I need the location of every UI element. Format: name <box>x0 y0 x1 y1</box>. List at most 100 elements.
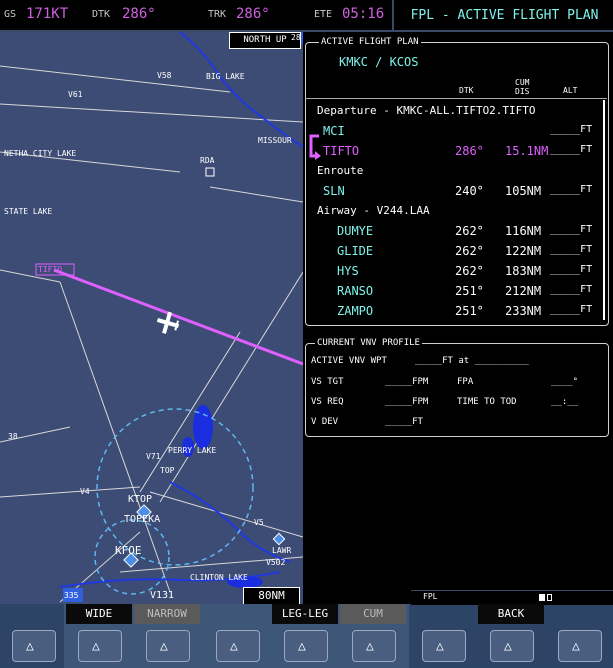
fpa-label: FPA <box>457 377 474 387</box>
flight-plan-dtk: 262° <box>455 224 484 238</box>
flight-plan-cum-dis: 15.1NM <box>505 144 549 158</box>
map-label: TOPEKA <box>124 514 161 525</box>
triangle-up-icon: △ <box>230 639 238 654</box>
flight-plan-alt[interactable]: _____FT <box>550 304 592 315</box>
flight-plan-cum-dis: 212NM <box>505 284 542 298</box>
flight-plan-cum-dis: 183NM <box>505 264 542 278</box>
triangle-up-icon: △ <box>160 639 168 654</box>
flight-plan-alt[interactable]: _____FT <box>550 264 592 275</box>
map-label: LAWR <box>272 546 292 555</box>
dis-header: DIS <box>515 87 530 96</box>
map-label: TOP <box>160 466 175 475</box>
flight-plan-alt[interactable]: _____FT <box>550 244 592 255</box>
flight-plan-cum-dis: 105NM <box>505 184 542 198</box>
softkey-label: CUM <box>340 604 406 624</box>
flight-plan-cum-dis: 116NM <box>505 224 542 238</box>
flight-plan-dtk: 262° <box>455 244 484 258</box>
softkey-button[interactable]: △ <box>216 630 260 662</box>
softkey-button[interactable]: △ <box>490 630 534 662</box>
map-label: PERRY LAKE <box>168 446 217 455</box>
softkey-button[interactable]: △ <box>146 630 190 662</box>
triangle-up-icon: △ <box>26 639 34 654</box>
map-label: 335 <box>64 591 79 600</box>
header-divider <box>305 98 607 99</box>
flight-plan-alt[interactable]: _____FT <box>550 124 592 135</box>
flight-plan-alt[interactable]: _____FT <box>550 184 592 195</box>
softkey-label: NARROW <box>134 604 200 624</box>
softkey-button[interactable]: △ <box>352 630 396 662</box>
triangle-up-icon: △ <box>436 639 444 654</box>
time-to-tod-label: TIME TO TOD <box>457 397 517 407</box>
moving-map[interactable]: NORTH UP V58 BIG LAKE V61 NETHA CITY LAK… <box>0 32 303 604</box>
flight-plan-section-header: Departure - KMKC-ALL.TIFTO2.TIFTO <box>317 104 536 117</box>
triangle-up-icon: △ <box>298 639 306 654</box>
gs-value: 171KT <box>26 6 69 22</box>
softkey-button[interactable]: △ <box>78 630 122 662</box>
dtk-header: DTK <box>459 86 474 95</box>
map-label: V58 <box>157 71 172 80</box>
triangle-up-icon: △ <box>92 639 100 654</box>
map-label: BIG LAKE <box>206 72 245 81</box>
map-label: MISSOUR <box>258 136 292 145</box>
ete-value: 05:16 <box>342 6 385 22</box>
triangle-up-icon: △ <box>504 639 512 654</box>
waypoint-tifto-label[interactable]: TIFTO <box>38 265 62 274</box>
fpa-value[interactable]: ____° <box>551 377 578 387</box>
flight-plan-box-title: ACTIVE FLIGHT PLAN <box>319 37 421 47</box>
cum-header: CUM <box>515 78 530 87</box>
flight-plan-waypoint[interactable]: SLN <box>323 184 345 198</box>
airport-kfoe-label[interactable]: KFOE <box>115 544 142 557</box>
page-indicator-icon <box>547 594 552 601</box>
scrollbar[interactable] <box>603 100 605 320</box>
flight-plan-dtk: 262° <box>455 264 484 278</box>
flight-plan-alt[interactable]: _____FT <box>550 144 592 155</box>
map-range[interactable]: 80NM <box>243 587 300 604</box>
page-title: FPL - ACTIVE FLIGHT PLAN <box>392 0 613 30</box>
softkey-label <box>0 604 66 624</box>
flight-plan-waypoint[interactable]: ZAMPO <box>337 304 373 318</box>
flight-plan-section-header: Enroute <box>317 164 364 177</box>
flight-plan-waypoint[interactable]: GLIDE <box>337 244 373 258</box>
flight-plan-waypoint[interactable]: MCI <box>323 124 345 138</box>
softkey-button[interactable]: △ <box>284 630 328 662</box>
softkey-label: BACK <box>478 604 544 624</box>
flight-plan-waypoint[interactable]: DUMYE <box>337 224 373 238</box>
softkey-label <box>204 604 270 624</box>
softkey-button[interactable]: △ <box>12 630 56 662</box>
airport-ktop-label[interactable]: KTOP <box>128 494 152 505</box>
active-vnv-label: ACTIVE VNV WPT <box>311 356 387 366</box>
softkey-button[interactable]: △ <box>422 630 466 662</box>
flight-plan-waypoint[interactable]: TIFTO <box>323 144 359 158</box>
flight-plan-route: KMKC / KCOS <box>339 55 419 69</box>
active-vnv-value[interactable]: _____FT at __________ <box>415 356 529 366</box>
vs-tgt-label: VS TGT <box>311 377 344 387</box>
triangle-up-icon: △ <box>572 639 580 654</box>
map-label: STATE LAKE <box>4 207 53 216</box>
vs-tgt-value[interactable]: _____FPM <box>385 377 428 387</box>
status-bar: GS 171KT DTK 286° TRK 286° ETE 05:16 FPL… <box>0 0 613 32</box>
softkey-button[interactable]: △ <box>558 630 602 662</box>
softkey-label <box>546 604 612 624</box>
dtk-value: 286° <box>122 6 156 22</box>
flight-plan-panel: ACTIVE FLIGHT PLAN KMKC / KCOS DTK CUM D… <box>305 36 609 437</box>
flight-plan-section-header: Airway - V244.LAA <box>317 204 430 217</box>
flight-plan-waypoint[interactable]: HYS <box>337 264 359 278</box>
vnv-box-title: CURRENT VNV PROFILE <box>315 338 422 348</box>
trk-value: 286° <box>236 6 270 22</box>
flight-plan-alt[interactable]: _____FT <box>550 284 592 295</box>
flight-plan-waypoint[interactable]: RANSO <box>337 284 373 298</box>
map-label: V131 <box>150 590 175 601</box>
softkey-label: LEG-LEG <box>272 604 338 624</box>
map-label: V5 <box>254 518 264 527</box>
map-label: RDA <box>200 156 215 165</box>
alt-header: ALT <box>563 86 578 95</box>
flight-plan-cum-dis: 233NM <box>505 304 542 318</box>
flight-plan-dtk: 286° <box>455 144 484 158</box>
vs-req-label: VS REQ <box>311 397 344 407</box>
vs-req-value: _____FPM <box>385 397 429 407</box>
flight-plan-alt[interactable]: _____FT <box>550 224 592 235</box>
map-label: V61 <box>68 90 83 99</box>
map-label: 28 <box>291 33 301 42</box>
map-label: V502 <box>266 558 286 567</box>
map-label: CLINTON LAKE <box>190 573 248 582</box>
